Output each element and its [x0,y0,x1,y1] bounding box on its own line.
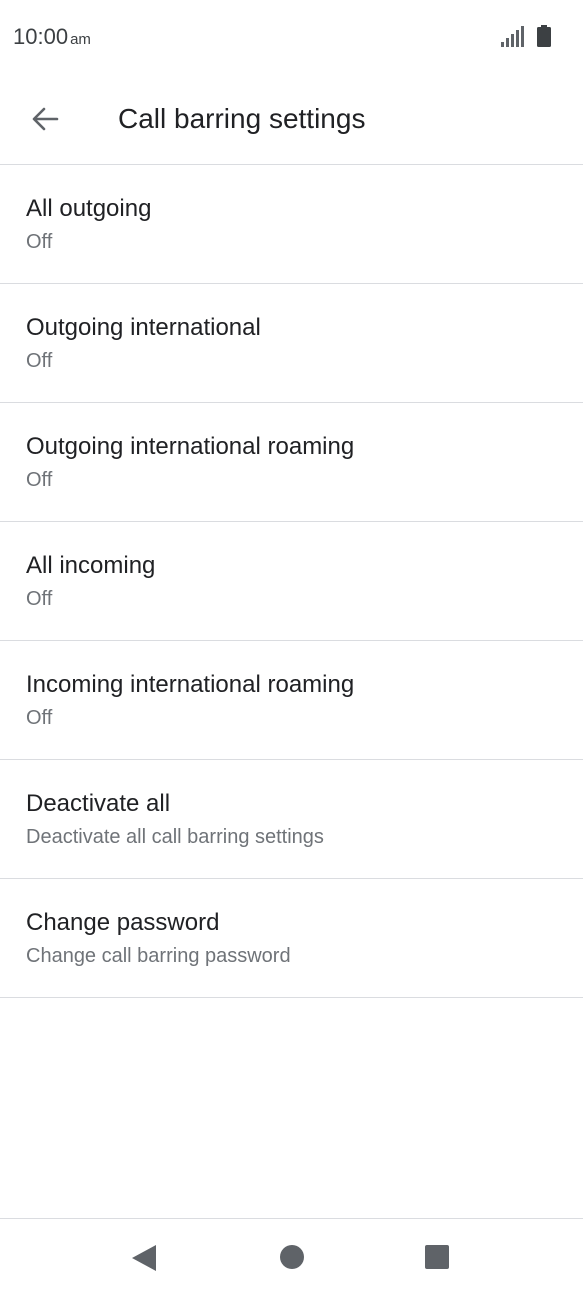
setting-title: All incoming [26,552,156,579]
setting-incoming-international-roaming[interactable]: Incoming international roaming Off [0,641,583,760]
setting-title: Incoming international roaming [26,671,355,698]
setting-summary: Off [26,231,53,253]
setting-summary: Off [26,350,53,372]
setting-change-password[interactable]: Change password Change call barring pass… [0,879,583,998]
app-bar: Call barring settings [0,78,583,164]
setting-outgoing-international-roaming[interactable]: Outgoing international roaming Off [0,403,583,522]
page-title: Call barring settings [118,103,366,134]
nav-home-icon[interactable] [280,1245,304,1269]
status-time-value: 10:00 [13,24,69,49]
setting-title: Outgoing international roaming [26,433,355,460]
setting-summary: Off [26,588,53,610]
setting-all-outgoing[interactable]: All outgoing Off [0,165,583,284]
battery-icon [537,25,551,47]
setting-summary: Deactivate all call barring settings [26,826,324,848]
setting-outgoing-international[interactable]: Outgoing international Off [0,284,583,403]
nav-recents-icon[interactable] [425,1245,449,1269]
setting-title: All outgoing [26,195,152,222]
setting-title: Change password [26,909,220,936]
settings-list: All outgoing Off Outgoing international … [0,164,583,998]
navigation-bar [0,1218,583,1297]
status-time-ampm: am [70,31,91,48]
setting-title: Deactivate all [26,790,171,817]
setting-summary: Change call barring password [26,945,291,967]
status-time: 10:00 am [13,24,91,50]
setting-all-incoming[interactable]: All incoming Off [0,522,583,641]
arrow-back-icon[interactable] [30,104,60,134]
setting-title: Outgoing international [26,314,261,341]
setting-summary: Off [26,469,53,491]
nav-back-icon[interactable] [131,1244,157,1272]
setting-deactivate-all[interactable]: Deactivate all Deactivate all call barri… [0,760,583,879]
status-bar: 10:00 am [0,0,583,78]
setting-summary: Off [26,707,53,729]
signal-icon [501,26,524,47]
